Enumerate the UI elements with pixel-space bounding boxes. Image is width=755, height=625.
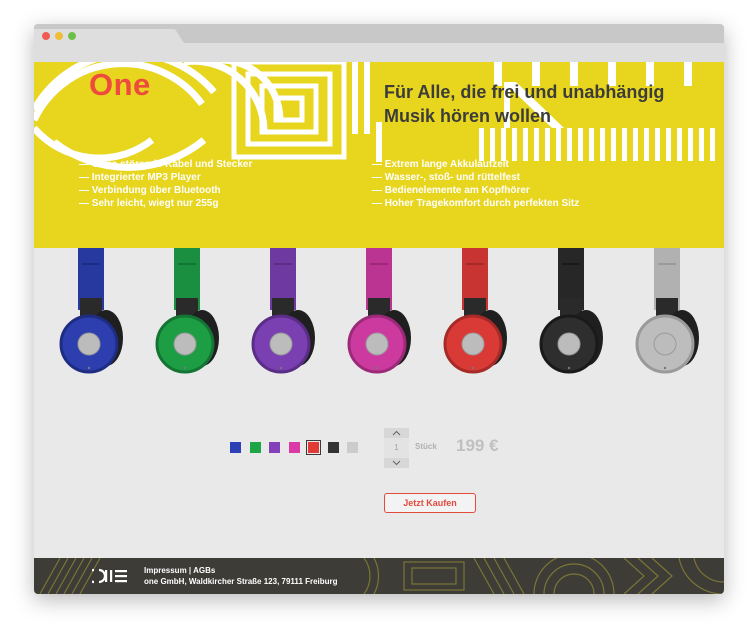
color-swatch-pink[interactable]: [288, 442, 300, 453]
price-label: 199 €: [456, 436, 499, 455]
headphone-image-black[interactable]: [536, 248, 606, 378]
maximize-window-dot[interactable]: [68, 32, 76, 40]
product-color-gallery: [34, 248, 724, 378]
feature-item: — Extrem lange Akkulaufzeit: [372, 159, 509, 170]
color-swatch-purple[interactable]: [269, 442, 280, 453]
chevron-down-icon[interactable]: [384, 458, 409, 468]
feature-item: — Sehr leicht, wiegt nur 255g: [79, 198, 219, 209]
purchase-controls: 1 Stück 199 €: [34, 416, 724, 476]
page-headline: Für Alle, die frei und unabhängig Musik …: [384, 80, 664, 128]
headphone-image-purple[interactable]: [248, 248, 318, 378]
quantity-value[interactable]: 1: [384, 438, 409, 458]
page-footer: Impressum | AGBs one GmbH, Waldkircher S…: [34, 558, 724, 594]
feature-item: — Hoher Tragekomfort durch perfekten Sit…: [372, 198, 580, 209]
headphone-image-silver[interactable]: [632, 248, 702, 378]
features-list-right: — Extrem lange Akkulaufzeit — Wasser-, s…: [372, 158, 579, 210]
quantity-unit-label: Stück: [415, 442, 437, 451]
feature-item: — Ohne störende Kabel und Stecker: [79, 159, 253, 170]
footer-logo[interactable]: [86, 568, 138, 588]
feature-item: — Verbindung über Bluetooth: [79, 185, 221, 196]
color-swatch-blue[interactable]: [230, 442, 241, 453]
chevron-up-icon[interactable]: [384, 428, 409, 438]
features-list-left: — Ohne störende Kabel und Stecker — Inte…: [79, 158, 252, 210]
buy-now-button[interactable]: Jetzt Kaufen: [384, 493, 476, 513]
browser-window: One Für Alle, die frei und unabhängig Mu…: [34, 24, 724, 594]
color-swatch-black[interactable]: [327, 442, 339, 453]
feature-item: — Wasser-, stoß- und rüttelfest: [372, 172, 520, 183]
headphone-image-red[interactable]: [440, 248, 510, 378]
impressum-link[interactable]: Impressum: [144, 566, 187, 575]
close-window-dot[interactable]: [42, 32, 50, 40]
headphone-image-green[interactable]: [152, 248, 222, 378]
headline-line-1: Für Alle, die frei und unabhängig: [384, 82, 665, 102]
brand-logo[interactable]: One: [89, 67, 151, 103]
color-swatch-red[interactable]: [306, 440, 321, 455]
agbs-link[interactable]: AGBs: [193, 566, 215, 575]
headline-line-2: Musik hören wollen: [384, 106, 552, 126]
quantity-stepper: 1: [384, 428, 409, 468]
feature-item: — Integrierter MP3 Player: [79, 172, 201, 183]
hero-banner: One Für Alle, die frei und unabhängig Mu…: [34, 62, 724, 248]
color-swatch-silver[interactable]: [347, 442, 358, 453]
footer-links: Impressum | AGBs: [144, 566, 215, 576]
feature-item: — Bedienelemente am Kopfhörer: [372, 185, 530, 196]
headphone-image-blue[interactable]: [56, 248, 126, 378]
address-bar[interactable]: [34, 43, 724, 62]
browser-chrome: [34, 24, 724, 62]
headphone-image-pink[interactable]: [344, 248, 414, 378]
minimize-window-dot[interactable]: [55, 32, 63, 40]
company-address: one GmbH, Waldkircher Straße 123, 79111 …: [144, 577, 338, 586]
color-swatch-green[interactable]: [249, 442, 261, 453]
